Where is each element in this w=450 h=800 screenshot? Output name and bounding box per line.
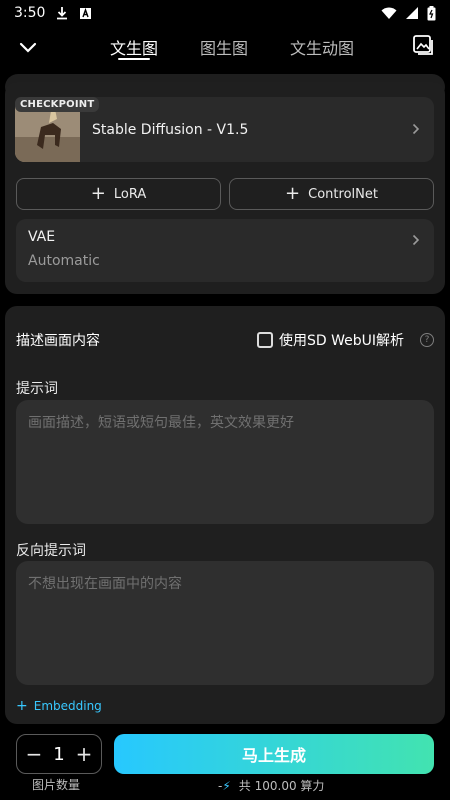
tab-image-to-image[interactable]: 图生图: [200, 26, 248, 68]
plus-icon: +: [90, 183, 106, 204]
add-embedding-button[interactable]: + Embedding: [16, 698, 102, 714]
status-time: 3:50: [14, 5, 46, 21]
decrement-button[interactable]: −: [25, 742, 43, 766]
checkpoint-badge: CHECKPOINT: [15, 97, 100, 112]
gallery-button[interactable]: [410, 34, 436, 60]
status-bar: 3:50: [0, 0, 450, 26]
sd-webui-label: 使用SD WebUI解析: [278, 333, 404, 349]
negative-prompt-label: 反向提示词: [16, 543, 86, 559]
add-controlnet-button[interactable]: + ControlNet: [229, 178, 434, 210]
lora-label: LoRA: [113, 186, 147, 202]
top-nav: 文生图 图生图 文生动图: [0, 26, 450, 68]
vae-title: VAE: [28, 229, 56, 245]
a-box-icon: [79, 7, 92, 20]
help-icon[interactable]: ?: [420, 333, 434, 347]
chevron-down-icon: [19, 39, 37, 58]
controlnet-label: ControlNet: [308, 186, 378, 202]
tab-text-to-image[interactable]: 文生图: [110, 26, 158, 68]
plus-icon: +: [285, 183, 301, 204]
checkpoint-name: Stable Diffusion - V1.5: [92, 121, 249, 138]
negative-prompt-input[interactable]: 不想出现在画面中的内容: [16, 561, 434, 685]
wifi-icon: [381, 6, 397, 20]
cost-prefix: -⚡: [218, 779, 231, 793]
embedding-label: Embedding: [33, 699, 102, 713]
quantity-stepper: − 1 +: [16, 734, 102, 774]
bolt-icon: ⚡: [222, 778, 231, 793]
describe-title: 描述画面内容: [16, 333, 100, 349]
gallery-icon: [412, 34, 434, 60]
add-lora-button[interactable]: + LoRA: [16, 178, 221, 210]
cost-text: 共 100.00 算力: [238, 779, 325, 793]
chevron-right-icon: [412, 120, 420, 139]
battery-icon: [427, 5, 436, 21]
cost-info: -⚡ 共 100.00 算力: [218, 777, 324, 794]
generate-button[interactable]: 马上生成: [114, 734, 434, 774]
sd-webui-checkbox[interactable]: [256, 332, 273, 348]
chevron-right-icon: [412, 231, 420, 250]
tab-text-to-animation[interactable]: 文生动图: [290, 26, 354, 68]
download-icon: [55, 6, 69, 20]
mode-tabs: 文生图 图生图 文生动图: [110, 26, 354, 68]
describe-row: 描述画面内容 使用SD WebUI解析 ?: [16, 330, 434, 350]
increment-button[interactable]: +: [75, 742, 93, 766]
prompt-label: 提示词: [16, 381, 58, 397]
prompt-input[interactable]: 画面描述，短语或短句最佳，英文效果更好: [16, 400, 434, 524]
plus-icon: +: [16, 698, 28, 714]
quantity-value: 1: [53, 743, 65, 765]
vae-selector[interactable]: VAE Automatic: [16, 219, 434, 282]
quantity-label: 图片数量: [32, 778, 81, 792]
vae-value: Automatic: [28, 253, 100, 269]
collapse-button[interactable]: [14, 34, 42, 62]
signal-icon: [405, 6, 419, 20]
